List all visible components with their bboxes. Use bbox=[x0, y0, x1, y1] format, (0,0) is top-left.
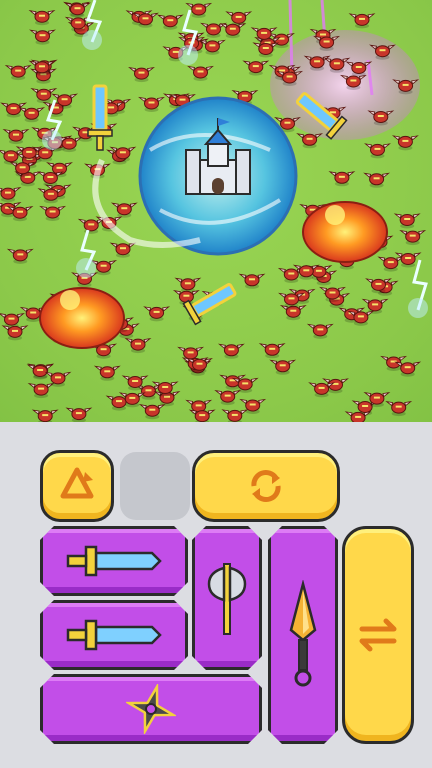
goblin-raider-icon bbox=[394, 213, 420, 229]
goblin-raider-icon bbox=[199, 39, 225, 56]
weapon-slot-axe[interactable] bbox=[192, 526, 262, 670]
goblin-raider-icon bbox=[65, 2, 90, 19]
goblin-raider-icon bbox=[27, 364, 53, 380]
goblin-raider-icon bbox=[31, 88, 57, 104]
goblin-raider-icon bbox=[110, 242, 136, 259]
goblin-raider-icon bbox=[392, 135, 418, 151]
goblin-raider-icon bbox=[329, 171, 355, 187]
weapon-slot-sword-2[interactable] bbox=[40, 600, 188, 670]
goblin-raider-icon bbox=[364, 172, 390, 189]
goblin-raider-icon bbox=[94, 365, 120, 382]
weapon-slot-shuriken[interactable] bbox=[40, 674, 262, 744]
goblin-raider-icon bbox=[280, 305, 306, 321]
tray-crenellation bbox=[0, 422, 432, 444]
goblin-raider-icon bbox=[175, 277, 201, 294]
goblin-raider-icon bbox=[0, 187, 21, 203]
goblin-raider-icon bbox=[270, 359, 296, 376]
weapon-slot-kunai[interactable] bbox=[268, 526, 338, 744]
goblin-raider-icon bbox=[349, 13, 375, 29]
goblin-raider-icon bbox=[125, 338, 151, 354]
goblin-raider-icon bbox=[386, 401, 412, 417]
goblin-raider-icon bbox=[239, 273, 265, 290]
goblin-raider-icon bbox=[111, 202, 137, 219]
goblin-raider-icon bbox=[395, 252, 421, 268]
goblin-raider-icon bbox=[259, 343, 285, 359]
goblin-raider-icon bbox=[29, 10, 55, 26]
goblin-raider-icon bbox=[37, 171, 63, 187]
battlefield bbox=[0, 0, 432, 430]
goblin-raider-icon bbox=[40, 206, 66, 222]
goblin-raider-icon bbox=[139, 97, 164, 113]
goblin-raider-icon bbox=[144, 306, 170, 322]
empty-slot[interactable] bbox=[120, 452, 190, 520]
goblin-raider-icon bbox=[378, 256, 404, 273]
goblin-raider-icon bbox=[157, 14, 183, 31]
goblin-raider-icon bbox=[129, 67, 154, 83]
sword-icon bbox=[64, 619, 164, 651]
goblin-raider-icon bbox=[5, 65, 31, 81]
goblin-raider-icon bbox=[400, 230, 426, 246]
kunai-icon bbox=[283, 580, 323, 690]
goblin-raider-icon bbox=[365, 143, 390, 159]
goblin-raider-icon bbox=[1, 102, 27, 119]
goblin-raider-icon bbox=[218, 343, 244, 360]
swap-button[interactable] bbox=[342, 526, 414, 744]
goblin-raider-icon bbox=[66, 407, 92, 424]
recycle-icon bbox=[60, 467, 94, 499]
goblin-raider-icon bbox=[243, 60, 269, 77]
goblin-raider-icon bbox=[7, 248, 33, 265]
weapon-slot-sword-1[interactable] bbox=[40, 526, 188, 596]
sword-icon bbox=[64, 545, 164, 577]
goblin-raider-icon bbox=[139, 404, 165, 420]
goblin-raider-icon bbox=[307, 323, 333, 340]
recycle-button[interactable] bbox=[40, 450, 114, 522]
goblin-raider-icon bbox=[19, 107, 45, 123]
battlefield-scene bbox=[0, 0, 428, 427]
goblin-raider-icon bbox=[188, 66, 213, 82]
goblin-raider-icon bbox=[215, 390, 241, 406]
goblin-raider-icon bbox=[362, 298, 388, 315]
goblin-raider-icon bbox=[30, 29, 55, 46]
swap-arrows-icon bbox=[359, 618, 397, 652]
refresh-button[interactable] bbox=[192, 450, 340, 522]
refresh-icon bbox=[251, 470, 281, 502]
goblin-raider-icon bbox=[2, 325, 28, 341]
goblin-raider-icon bbox=[201, 22, 226, 39]
goblin-raider-icon bbox=[78, 218, 104, 235]
axe-icon bbox=[205, 558, 249, 638]
goblin-raider-icon bbox=[220, 23, 246, 39]
shuriken-icon bbox=[126, 684, 176, 734]
goblin-raider-icon bbox=[297, 133, 323, 149]
goblin-raider-icon bbox=[3, 129, 29, 145]
goblin-raider-icon bbox=[28, 383, 54, 399]
